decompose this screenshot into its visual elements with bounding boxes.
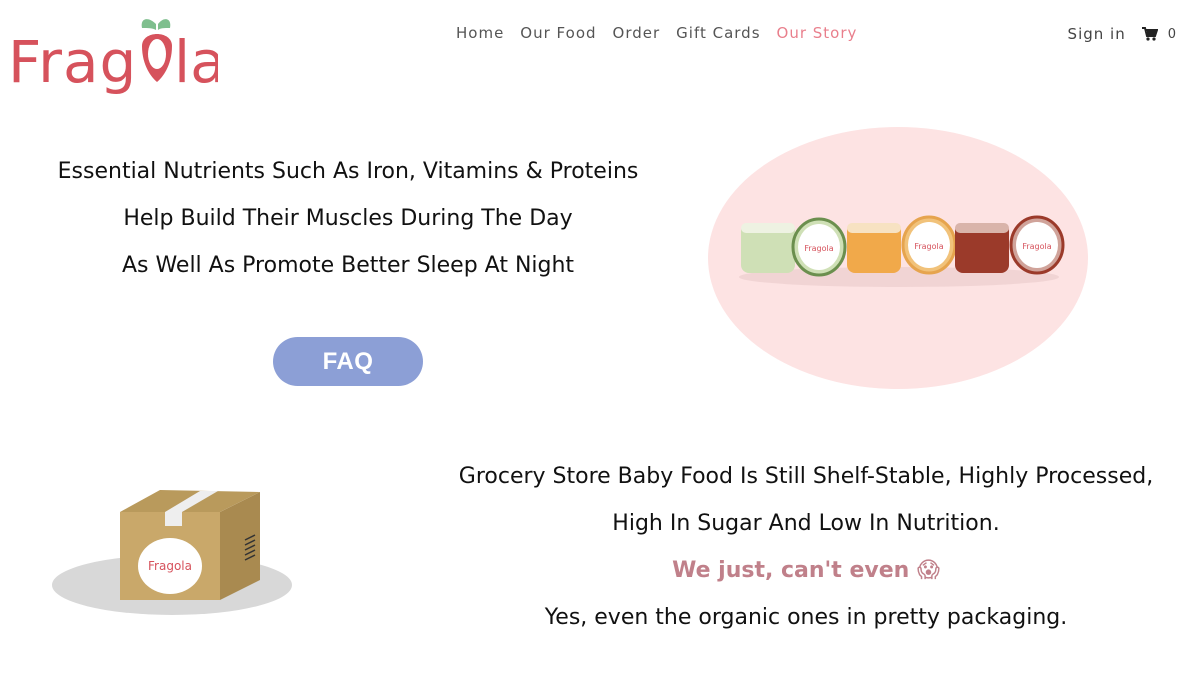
grocery-line-2: High In Sugar And Low In Nutrition. xyxy=(612,511,1000,536)
faq-button[interactable]: FAQ xyxy=(273,337,423,386)
cart-count: 0 xyxy=(1167,26,1176,42)
main-nav: Home Our Food Order Gift Cards Our Story xyxy=(456,24,857,42)
svg-text:Frag: Frag xyxy=(8,28,137,96)
nutrients-text: Essential Nutrients Such As Iron, Vitami… xyxy=(40,148,656,289)
nutrients-line-1: Essential Nutrients Such As Iron, Vitami… xyxy=(57,159,639,184)
box-label: Fragola xyxy=(148,559,192,573)
grocery-line-1: Grocery Store Baby Food Is Still Shelf-S… xyxy=(458,464,1154,489)
grocery-line-3: Yes, even the organic ones in pretty pac… xyxy=(544,605,1068,630)
jar-label-3: Fragola xyxy=(1022,242,1051,251)
nav-order[interactable]: Order xyxy=(613,24,661,42)
nav-gift-cards[interactable]: Gift Cards xyxy=(676,24,760,42)
fragola-logo-graphic: Frag la xyxy=(8,19,226,96)
jar-label-2: Fragola xyxy=(914,242,943,251)
delivery-box-image: Fragola xyxy=(50,470,295,620)
cart-icon xyxy=(1141,27,1158,41)
fragola-logo[interactable]: Frag la xyxy=(6,6,226,98)
sign-in-link[interactable]: Sign in xyxy=(1068,25,1126,43)
account-area: Sign in 0 xyxy=(1068,25,1176,43)
nutrients-line-2: Help Build Their Muscles During The Day xyxy=(123,206,573,231)
jars-image: Fragola Fragola Fragola xyxy=(707,127,1089,389)
nav-our-story[interactable]: Our Story xyxy=(777,24,858,42)
cart-button[interactable]: 0 xyxy=(1141,26,1176,42)
svg-text:la: la xyxy=(174,28,218,96)
nav-home[interactable]: Home xyxy=(456,24,504,42)
nav-our-food[interactable]: Our Food xyxy=(520,24,596,42)
cant-even-highlight: We just, can't even 😱 xyxy=(672,558,940,583)
grocery-text: Grocery Store Baby Food Is Still Shelf-S… xyxy=(440,453,1172,641)
jar-label-1: Fragola xyxy=(804,244,833,253)
nutrients-line-3: As Well As Promote Better Sleep At Night xyxy=(121,253,575,278)
